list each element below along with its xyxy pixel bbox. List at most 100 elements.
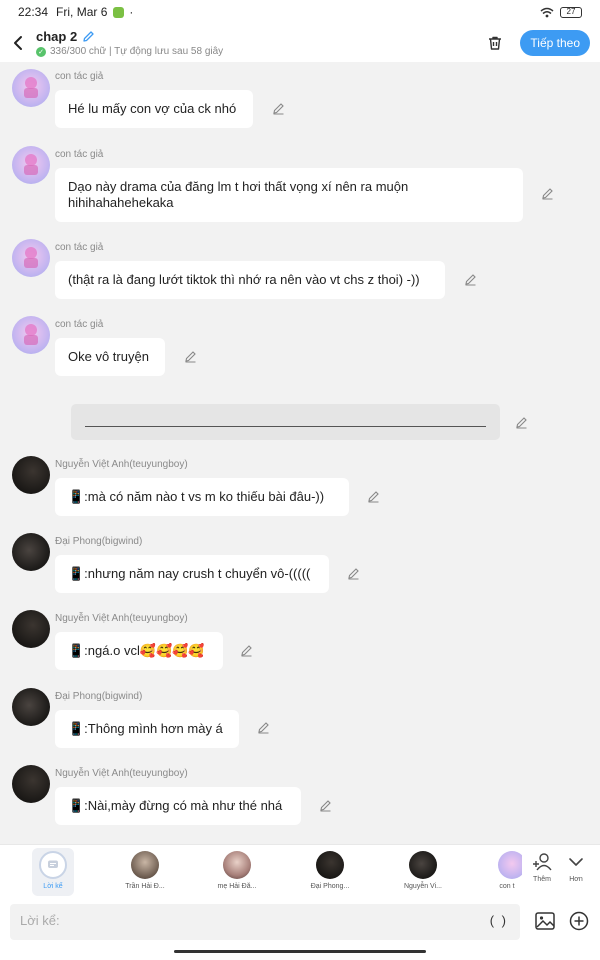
character-option[interactable]: con t — [486, 848, 522, 896]
character-option[interactable]: mẹ Hải Đă... — [205, 848, 269, 896]
author-avatar-figure — [24, 77, 38, 98]
edit-message-icon[interactable] — [318, 798, 332, 812]
word-count-row: ✓ 336/300 chữ | Tự động lưu sau 58 giây — [36, 46, 223, 57]
status-time: 22:34 — [18, 5, 49, 19]
character-avatar — [498, 851, 522, 879]
character-label: Trần Hải Đ... — [125, 883, 165, 890]
character-label: Đại Phong... — [310, 883, 350, 890]
sender-name: Đại Phong(bigwind) — [55, 691, 143, 702]
home-indicator[interactable] — [174, 950, 426, 953]
chevron-left-icon — [14, 36, 22, 50]
pencil-icon[interactable] — [82, 30, 95, 43]
character-option[interactable]: Nguyễn Vi... — [391, 848, 455, 896]
character-label: mẹ Hải Đă... — [217, 883, 257, 890]
sender-name: con tác giả — [55, 242, 104, 253]
back-button[interactable] — [0, 24, 36, 62]
chapter-title-block: chap 2 ✓ 336/300 chữ | Tự động lưu sau 5… — [36, 29, 223, 57]
check-icon: ✓ — [36, 46, 46, 57]
image-icon — [535, 912, 555, 930]
sender-name: Nguyễn Việt Anh(teuyungboy) — [55, 768, 188, 779]
message-bubble[interactable]: 📱:Nài,mày đừng có mà như thé nhá — [55, 787, 301, 825]
character-avatar — [131, 851, 159, 879]
message-bubble[interactable]: 📱:mà có năm nào t vs m ko thiếu bài đâu-… — [55, 478, 349, 516]
character-option[interactable]: Trần Hải Đ... — [113, 848, 177, 896]
status-bar: 22:34 Fri, Mar 6 · 27 — [0, 0, 600, 24]
message-bubble[interactable]: 📱:nhưng năm nay crush t chuyển vô-((((( — [55, 555, 329, 593]
author-avatar-figure — [24, 247, 38, 268]
edit-message-icon[interactable] — [239, 643, 253, 657]
character-narrator[interactable]: Lời kể — [32, 848, 74, 896]
edit-message-icon[interactable] — [256, 720, 270, 734]
continue-button[interactable]: Tiếp theo — [520, 30, 590, 56]
message-bubble[interactable]: Dạo này drama của đăng lm t hơi thất vọn… — [55, 168, 523, 222]
add-content-button[interactable] — [568, 910, 590, 932]
chevron-down-icon — [569, 858, 583, 866]
message-bubble[interactable]: (thật ra là đang lướt tiktok thì nhớ ra … — [55, 261, 445, 299]
status-right: 27 — [540, 6, 582, 18]
chapter-title-row[interactable]: chap 2 — [36, 29, 223, 44]
plus-circle-icon — [569, 911, 589, 931]
author-avatar-figure — [24, 154, 38, 175]
author-avatar-figure — [24, 324, 38, 345]
sender-name: Nguyễn Việt Anh(teuyungboy) — [55, 459, 188, 470]
character-avatar[interactable] — [12, 765, 50, 803]
compose-bar: ( ) — [0, 898, 600, 960]
more-label: Hơn — [569, 876, 583, 883]
edit-message-icon[interactable] — [183, 349, 197, 363]
chapter-title: chap 2 — [36, 29, 78, 44]
character-avatar[interactable] — [12, 533, 50, 571]
edit-message-icon[interactable] — [346, 566, 360, 580]
edit-message-icon[interactable] — [540, 186, 554, 200]
wifi-icon — [540, 7, 554, 17]
trash-icon — [489, 36, 502, 50]
author-avatar[interactable] — [12, 316, 50, 354]
character-avatar — [316, 851, 344, 879]
insert-image-button[interactable] — [534, 910, 556, 932]
character-avatar[interactable] — [12, 688, 50, 726]
compose-field[interactable]: ( ) — [10, 904, 520, 940]
character-option[interactable]: Đại Phong... — [298, 848, 362, 896]
edit-message-icon[interactable] — [271, 101, 285, 115]
status-dot: · — [129, 5, 134, 19]
word-count-status: 336/300 chữ | Tự động lưu sau 58 giây — [50, 46, 224, 57]
edit-divider-icon[interactable] — [514, 415, 528, 429]
character-avatar — [223, 851, 251, 879]
narration-input[interactable] — [20, 913, 480, 928]
author-avatar[interactable] — [12, 146, 50, 184]
add-character-label: Thêm — [533, 876, 551, 883]
message-bubble[interactable]: Hé lu mấy con vợ của ck nhó — [55, 90, 253, 128]
sender-name: Nguyễn Việt Anh(teuyungboy) — [55, 613, 188, 624]
character-avatar — [409, 851, 437, 879]
add-user-icon — [533, 853, 552, 871]
message-bubble[interactable]: 📱:Thông mình hơn mày á — [55, 710, 239, 748]
add-character-button[interactable]: Thêm — [525, 851, 559, 883]
message-bubble[interactable]: 📱:ngá.o vcl🥰🥰🥰🥰 — [55, 632, 223, 670]
character-avatar[interactable] — [12, 610, 50, 648]
scene-divider[interactable] — [71, 404, 500, 440]
editor-header: chap 2 ✓ 336/300 chữ | Tự động lưu sau 5… — [0, 24, 600, 62]
speech-bubble-icon — [48, 860, 58, 868]
sender-name: con tác giả — [55, 319, 104, 330]
battery-icon: 27 — [560, 6, 582, 18]
narration-avatar — [39, 851, 67, 879]
edit-message-icon[interactable] — [463, 272, 477, 286]
character-label: Nguyễn Vi... — [403, 883, 442, 890]
parentheses-button[interactable]: ( ) — [490, 913, 508, 928]
delete-button[interactable] — [480, 28, 510, 58]
more-button[interactable]: Hơn — [559, 851, 593, 883]
author-avatar[interactable] — [12, 239, 50, 277]
edit-message-icon[interactable] — [366, 489, 380, 503]
sender-name: con tác giả — [55, 149, 104, 160]
message-bubble[interactable]: Oke vô truyện — [55, 338, 165, 376]
sender-name: con tác giả — [55, 71, 104, 82]
character-avatar[interactable] — [12, 456, 50, 494]
sender-name: Đại Phong(bigwind) — [55, 536, 143, 547]
author-avatar[interactable] — [12, 69, 50, 107]
character-label: con t — [499, 883, 515, 890]
character-label: Lời kể — [43, 883, 63, 890]
chat-area[interactable]: con tác giả Hé lu mấy con vợ của ck nhó … — [0, 62, 600, 844]
status-date: Fri, Mar 6 — [56, 5, 108, 19]
divider-line — [85, 426, 486, 427]
notification-app-icon — [113, 6, 125, 18]
character-selector: Lời kể Trần Hải Đ... mẹ Hải Đă... Đại Ph… — [0, 844, 600, 898]
